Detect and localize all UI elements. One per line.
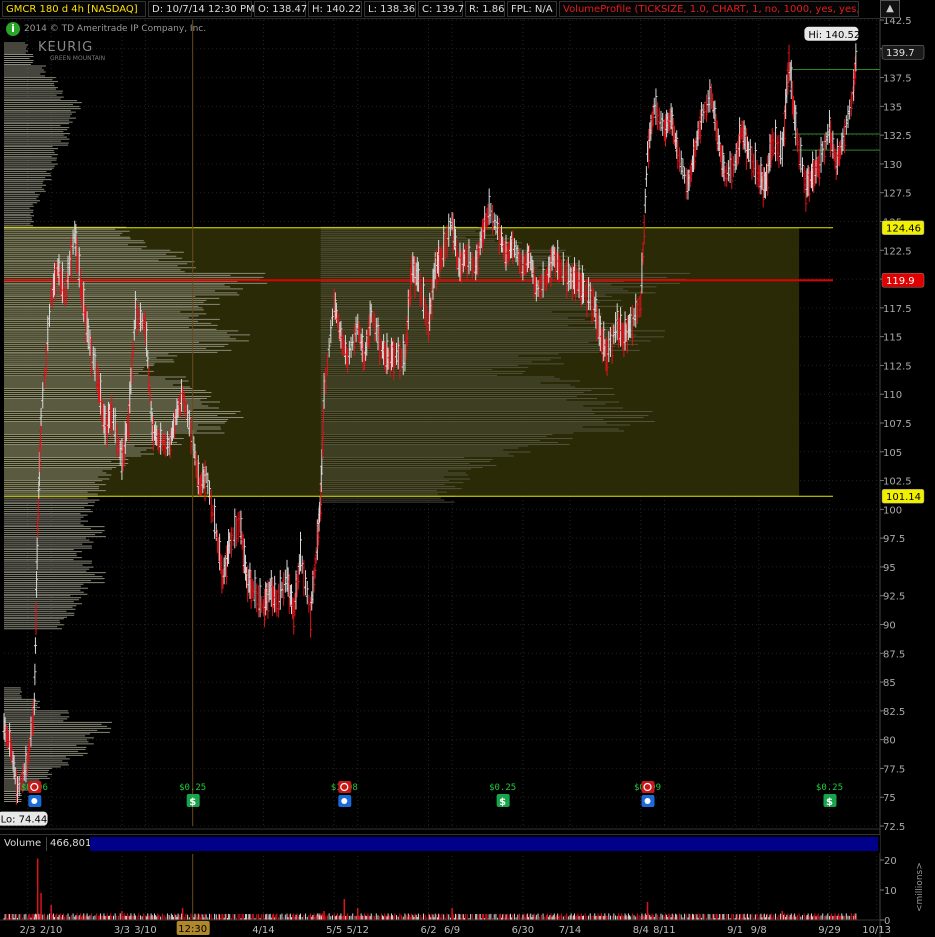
x-tick-label: 2/10 bbox=[40, 925, 62, 936]
close-field: C: 139.7 bbox=[418, 1, 464, 17]
y-tick-label: 127.5 bbox=[883, 189, 912, 200]
lower-value-area-tag: 101.14 bbox=[886, 492, 921, 503]
study-label[interactable]: VolumeProfile (TICKSIZE, 1.0, CHART, 1, … bbox=[559, 1, 859, 17]
volume-y-tick-label: 20 bbox=[884, 856, 897, 867]
y-tick-label: 95 bbox=[883, 563, 896, 574]
volume-header-strip bbox=[90, 837, 878, 851]
info-bubble-dot bbox=[644, 798, 651, 804]
x-tick-label: 7/14 bbox=[559, 925, 581, 936]
info-bubble-dot bbox=[31, 798, 38, 804]
symbol-field[interactable]: GMCR 180 d 4h [NASDAQ] bbox=[2, 1, 146, 17]
dollar-glyph: $ bbox=[189, 797, 196, 808]
low-field: L: 138.36 bbox=[364, 1, 416, 17]
y-tick-label: 112.5 bbox=[883, 361, 912, 372]
upper-value-area-tag: 124.46 bbox=[886, 224, 921, 235]
x-tick-label: 8/11 bbox=[653, 925, 675, 936]
price-chart[interactable]: 142.5140137.5135132.5130127.5125122.5120… bbox=[0, 0, 935, 937]
x-tick-label: 6/2 bbox=[420, 925, 436, 936]
high-field: H: 140.22 bbox=[308, 1, 362, 17]
y-tick-label: 92.5 bbox=[883, 592, 905, 603]
cursor-time-tag: 12:30 bbox=[178, 924, 207, 935]
y-tick-label: 122.5 bbox=[883, 246, 912, 257]
y-tick-label: 135 bbox=[883, 102, 902, 113]
y-tick-label: 80 bbox=[883, 736, 896, 747]
y-tick-label: 137.5 bbox=[883, 74, 912, 85]
y-tick-label: 115 bbox=[883, 333, 902, 344]
fpl-field: FPL: N/A bbox=[507, 1, 557, 17]
x-tick-label: 9/1 bbox=[727, 925, 743, 936]
y-tick-label: 100 bbox=[883, 505, 902, 516]
y-tick-label: 105 bbox=[883, 448, 902, 459]
keurig-logo-sub: GREEN MOUNTAIN bbox=[50, 55, 106, 62]
volume-unit-label: <millions> bbox=[915, 862, 925, 912]
y-tick-label: 132.5 bbox=[883, 131, 912, 142]
y-tick-label: 107.5 bbox=[883, 419, 912, 430]
volume-y-tick-label: 10 bbox=[884, 886, 897, 897]
y-tick-label: 110 bbox=[883, 390, 902, 401]
last-price-tag: 139.7 bbox=[886, 48, 915, 59]
x-tick-label: 9/29 bbox=[818, 925, 840, 936]
open-field: O: 138.47 bbox=[254, 1, 307, 17]
poc-tag: 119.9 bbox=[886, 276, 915, 287]
y-tick-label: 72.5 bbox=[883, 822, 905, 833]
y-tick-label: 85 bbox=[883, 678, 896, 689]
volume-value: 466,801 bbox=[46, 837, 94, 851]
x-tick-label: 5/5 bbox=[326, 925, 342, 936]
lo-label: Lo: 74.44 bbox=[1, 815, 48, 826]
x-tick-label: 5/12 bbox=[347, 925, 369, 936]
y-tick-label: 82.5 bbox=[883, 707, 905, 718]
dollar-glyph: $ bbox=[826, 797, 833, 808]
y-tick-label: 117.5 bbox=[883, 304, 912, 315]
chevron-up-icon[interactable]: ▲ bbox=[880, 0, 900, 18]
event-label: $0.25 bbox=[179, 783, 206, 793]
info-bubble-dot bbox=[341, 798, 348, 804]
x-tick-label: 3/3 bbox=[114, 925, 130, 936]
y-tick-label: 75 bbox=[883, 793, 896, 804]
x-tick-label: 4/14 bbox=[252, 925, 274, 936]
info-bar: GMCR 180 d 4h [NASDAQ] D: 10/7/14 12:30 … bbox=[0, 0, 900, 19]
volume-y-tick-label: 0 bbox=[884, 916, 890, 927]
event-label: $0.25 bbox=[489, 783, 516, 793]
y-tick-label: 77.5 bbox=[883, 764, 905, 775]
y-tick-label: 97.5 bbox=[883, 534, 905, 545]
x-tick-label: 9/8 bbox=[751, 925, 767, 936]
copyright-text: 2014 © TD Ameritrade IP Company, Inc. bbox=[24, 24, 207, 34]
date-field: D: 10/7/14 12:30 PM bbox=[148, 1, 255, 17]
y-tick-label: 102.5 bbox=[883, 477, 912, 488]
info-icon[interactable]: i bbox=[6, 22, 20, 36]
x-tick-label: 6/30 bbox=[512, 925, 534, 936]
y-tick-label: 87.5 bbox=[883, 649, 905, 660]
y-tick-label: 90 bbox=[883, 621, 896, 632]
event-label: $0.25 bbox=[816, 783, 843, 793]
volume-header: Volume 466,801 bbox=[0, 834, 880, 853]
x-tick-label: 6/9 bbox=[444, 925, 460, 936]
keurig-logo: KEURIG bbox=[38, 40, 94, 55]
dollar-glyph: $ bbox=[499, 797, 506, 808]
x-tick-label: 2/3 bbox=[20, 925, 36, 936]
y-tick-label: 130 bbox=[883, 160, 902, 171]
range-field: R: 1.86 bbox=[465, 1, 505, 17]
x-tick-label: 3/10 bbox=[134, 925, 156, 936]
volume-title: Volume bbox=[4, 838, 42, 849]
hi-label: Hi: 140.52 bbox=[808, 30, 860, 41]
x-tick-label: 8/4 bbox=[633, 925, 649, 936]
